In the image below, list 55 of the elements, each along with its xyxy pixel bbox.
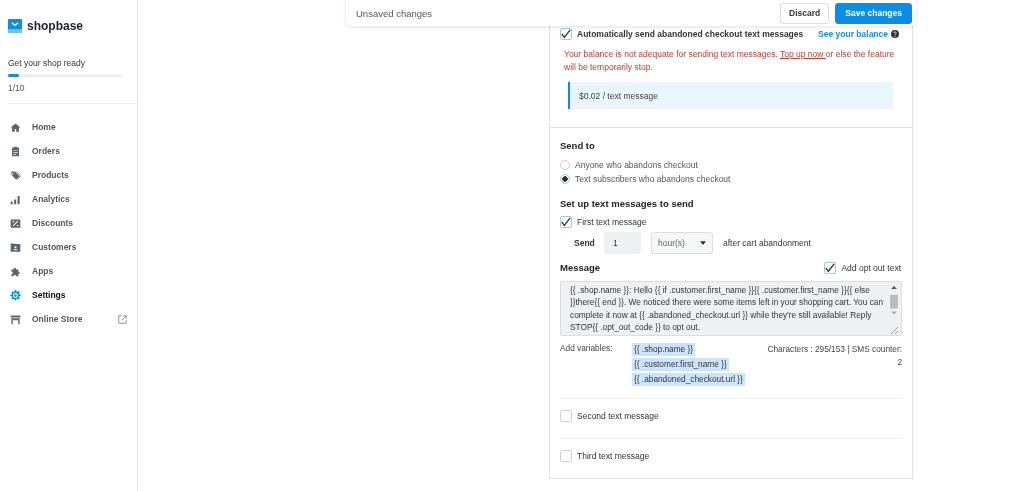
variable-tag[interactable]: {{ .shop.name }} bbox=[632, 343, 696, 356]
radio-label: Text subscribers who abandons checkout bbox=[575, 174, 731, 184]
progress-count: 1/10 bbox=[8, 83, 26, 93]
radio-button[interactable] bbox=[560, 174, 570, 184]
radio-button[interactable] bbox=[560, 160, 570, 170]
section-title: Send to bbox=[560, 140, 596, 151]
delay-field[interactable]: 1 bbox=[604, 232, 641, 254]
warning-message: Your balance is not adequate for sending text messages. Top up now or else the feature will be temporarily stop. bbox=[564, 48, 896, 74]
nav-item[interactable]: Home bbox=[0, 115, 137, 139]
discard-button[interactable]: Discard bbox=[780, 2, 830, 24]
caret-icon bbox=[700, 241, 706, 245]
nav-item[interactable]: Settings bbox=[0, 283, 137, 307]
logo-icon bbox=[8, 19, 22, 33]
message-field[interactable]: {{ .shop.name }}: Hello {{ if .customer.first_name }}{{ .customer.first_name }}{{ else }}there{{ end }}. We noticed there were some items left in your shopping cart. You can complete it now at {{ .abandoned_checkout.url }} while they're still available! Reply STOP{{ .opt_out_code }} to opt out. bbox=[560, 281, 902, 336]
balance-link[interactable]: See your balance bbox=[818, 29, 888, 39]
clipboard-icon bbox=[10, 145, 21, 157]
after-label: after cart abandonment bbox=[723, 238, 811, 248]
tag-icon bbox=[10, 169, 21, 181]
nav-item[interactable]: Apps bbox=[0, 259, 137, 283]
radio-label: Anyone who abandons checkout bbox=[575, 160, 698, 170]
puzzle-icon bbox=[10, 265, 21, 277]
brand-name: shopbase bbox=[27, 19, 83, 33]
message-title: Message bbox=[560, 262, 601, 273]
nav-item[interactable]: Customers bbox=[0, 235, 137, 259]
nav-item[interactable]: Products bbox=[0, 163, 137, 187]
checkbox[interactable] bbox=[560, 216, 572, 228]
bar-chart-icon bbox=[10, 193, 21, 205]
checkbox-label: Third text message bbox=[577, 451, 650, 461]
top-up-link[interactable]: Top up now bbox=[779, 49, 826, 59]
nav-item[interactable]: Discounts bbox=[0, 211, 137, 235]
unsaved-message: Unsaved changes bbox=[356, 7, 433, 19]
checkbox-label: Automatically send abandoned checkout text messages bbox=[577, 29, 804, 39]
percent-icon bbox=[10, 217, 21, 229]
settings-icon bbox=[10, 289, 21, 301]
price-note: $0.02 / text message bbox=[568, 82, 893, 109]
folder-icon bbox=[10, 241, 21, 253]
home-icon bbox=[10, 121, 21, 133]
checkbox-label: First text message bbox=[577, 217, 647, 227]
nav-item[interactable]: Orders bbox=[0, 139, 137, 163]
variable-tag[interactable]: {{ .abandoned_checkout.url }} bbox=[632, 373, 745, 386]
variable-tag[interactable]: {{ .customer.first_name }} bbox=[632, 358, 729, 371]
nav-item[interactable]: Analytics bbox=[0, 187, 137, 211]
storefront-icon bbox=[10, 313, 21, 325]
setup-title: Get your shop ready bbox=[8, 58, 86, 68]
nav-item[interactable]: Online Store bbox=[0, 307, 137, 331]
unit-dropdown[interactable]: hour(s) bbox=[651, 232, 713, 254]
character-counter: Characters : 295/153 | SMS counter: 2 bbox=[766, 343, 902, 369]
scrollbar-icon bbox=[889, 284, 899, 335]
checkbox-label: Add opt out text bbox=[841, 262, 901, 273]
send-label: Send bbox=[574, 238, 594, 248]
variables-label: Add variables: bbox=[560, 343, 614, 353]
checkbox-label: Second text message bbox=[577, 411, 659, 421]
help-icon bbox=[891, 30, 899, 38]
checkbox[interactable] bbox=[560, 28, 572, 40]
section-title: Set up text messages to send bbox=[560, 198, 695, 209]
